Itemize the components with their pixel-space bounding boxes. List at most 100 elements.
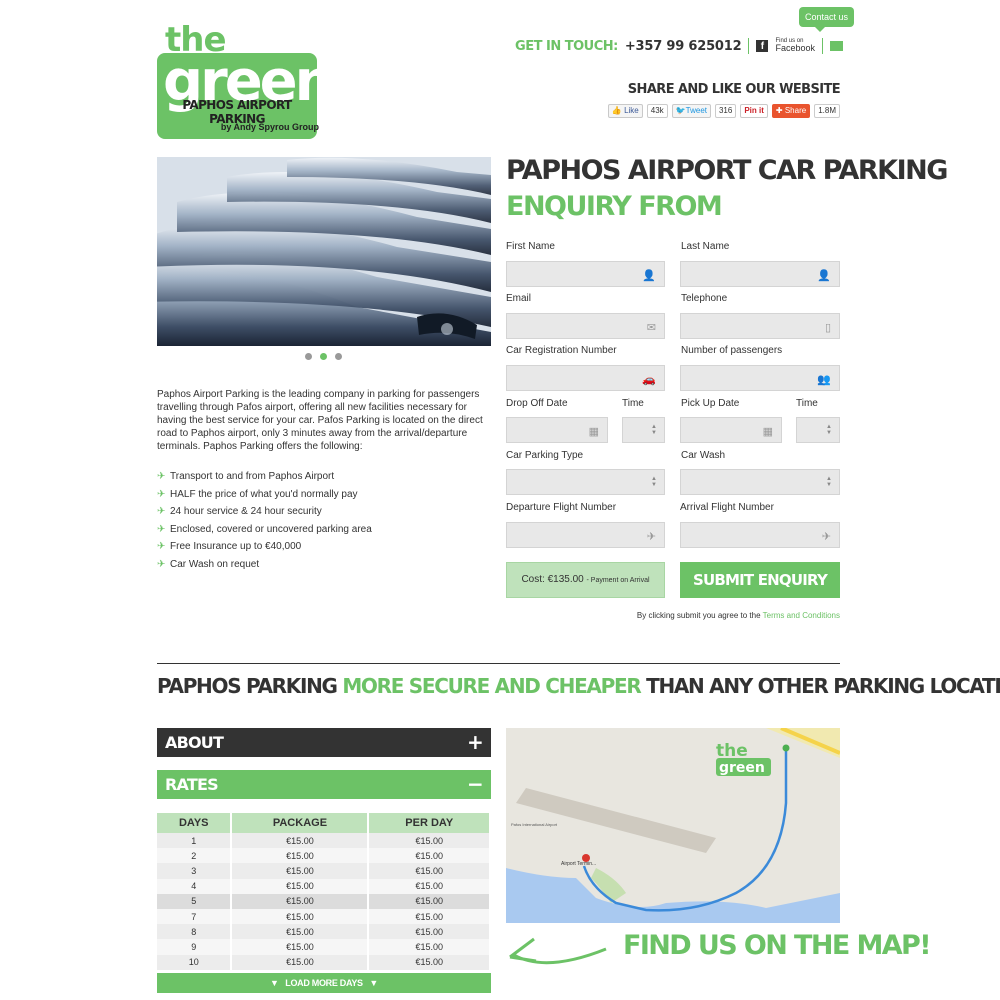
passengers-field[interactable]: 👥 (680, 365, 840, 391)
slider-dot[interactable] (335, 353, 342, 360)
phone-icon: ▯ (824, 322, 831, 334)
user-icon: 👤 (642, 270, 656, 282)
list-item: ✈ Free Insurance up to €40,000 (157, 541, 302, 552)
updown-icon: ▲ ▼ (651, 476, 657, 488)
email-label: Email (506, 293, 532, 304)
drop-off-label: Drop Off Date (506, 398, 568, 409)
divider (822, 38, 823, 54)
logo-byline: by Andy Spyrou Group (220, 122, 319, 132)
departure-flight-field[interactable]: ✈ (506, 522, 665, 548)
share-button[interactable]: ✚ Share (771, 104, 811, 118)
contact-bar: GET IN TOUCH: +357 99 625012 f Find us o… (515, 37, 843, 55)
rates-table: DAYS PACKAGE PER DAY 1 €15.00 €15.00 2 €15.… (157, 813, 491, 970)
tagline: PAPHOS PARKING MORE SECURE AND CHEAPER T… (157, 674, 1000, 698)
updown-icon: ▲ ▼ (651, 424, 657, 436)
column-header: PACKAGE (231, 813, 370, 833)
tweet-count: 316 (714, 104, 737, 118)
like-count: 43k (646, 104, 668, 118)
calendar-icon: ▦ (588, 426, 599, 438)
updown-icon: ▲ ▼ (826, 424, 832, 436)
accordion-about[interactable]: ABOUT + (157, 728, 491, 757)
parking-type-select[interactable]: ▲ ▼ (506, 469, 665, 495)
first-name-field[interactable]: 👤 (506, 261, 665, 287)
table-row: 1 €15.00 €15.00 (157, 833, 491, 849)
list-item: ✈ HALF the price of what you'd normally p… (157, 488, 358, 500)
plane-icon: ✈ (157, 523, 166, 535)
list-item: ✈ Car Wash on requet (157, 558, 260, 570)
terms-link[interactable]: Terms and Conditions (763, 611, 840, 620)
drop-off-date-field[interactable]: ▦ (506, 417, 608, 443)
users-icon: 👥 (817, 374, 831, 386)
last-name-label: Last Name (681, 241, 730, 252)
tweet-button[interactable]: 🐦Tweet (671, 104, 711, 118)
plane-icon: ✈ (157, 541, 166, 552)
logo[interactable]: the green PAPHOS AIRPORT PARKING by Andy… (157, 20, 335, 139)
slider-dot-active[interactable] (320, 353, 327, 360)
plane-takeoff-icon: ✈ (646, 531, 656, 543)
divider (748, 38, 750, 54)
map-label: Pafos International Airport (511, 822, 558, 827)
slider-dot[interactable] (305, 353, 312, 360)
car-wash-select[interactable]: ▲ ▼ (680, 469, 840, 495)
arrival-label: Arrival Flight Number (680, 502, 774, 513)
pick-up-label: Pick Up Date (681, 398, 740, 409)
car-reg-field[interactable]: 🚗 (506, 365, 665, 391)
table-row: 8 €15.00 €15.00 (157, 924, 491, 940)
share-box: SHARE AND LIKE OUR WEBSITE 👍 Like 43k 🐦T… (607, 82, 841, 118)
phone-number[interactable]: +357 99 625012 (625, 39, 742, 54)
cost-display: Cost: €135.00 - Payment on Arrival (506, 562, 665, 598)
svg-text:green: green (719, 760, 765, 776)
share-title: SHARE AND LIKE OUR WEBSITE (627, 82, 841, 97)
share-count: 1.8M (814, 104, 840, 118)
table-row: 5 €15.00 €15.00 (157, 893, 491, 909)
map-label: Airport Termin... (561, 861, 596, 867)
telephone-field[interactable]: ▯ (680, 313, 840, 339)
plane-icon: ✈ (157, 471, 166, 482)
plus-icon: + (467, 730, 484, 754)
envelope-icon: ✉ (646, 322, 656, 334)
last-name-field[interactable]: 👤 (680, 261, 840, 287)
car-reg-label: Car Registration Number (506, 345, 617, 356)
facebook-link[interactable]: Find us on Facebook (775, 38, 815, 54)
facebook-icon[interactable]: f (756, 40, 769, 52)
car-wash-label: Car Wash (681, 450, 726, 461)
drop-off-time-select[interactable]: ▲ ▼ (622, 417, 665, 443)
departure-label: Departure Flight Number (506, 502, 617, 513)
pick-up-date-field[interactable]: ▦ (680, 417, 782, 443)
submit-enquiry-button[interactable]: SUBMIT ENQUIRY (680, 562, 840, 598)
contact-us-button[interactable]: Contact us (798, 7, 854, 32)
table-row: 4 €15.00 €15.00 (157, 878, 491, 894)
accordion-rates[interactable]: RATES − (157, 770, 491, 799)
arrow-icon (509, 937, 607, 965)
section-divider (157, 663, 840, 664)
table-row: 2 €15.00 €15.00 (157, 848, 491, 864)
table-row: 7 €15.00 €15.00 (157, 908, 491, 925)
map-illustration: the green Airport Termin... Pafos Intern… (506, 728, 840, 923)
facebook-like-button[interactable]: 👍 Like (607, 104, 643, 118)
slider-dots (305, 353, 342, 360)
column-header: PER DAY (368, 813, 491, 833)
first-name-label: First Name (506, 241, 555, 252)
arrival-flight-field[interactable]: ✈ (680, 522, 840, 548)
email-field[interactable]: ✉ (506, 313, 665, 339)
find-us-on-map[interactable]: FIND US ON THE MAP! (623, 930, 932, 961)
load-more-button[interactable]: ▼ LOAD MORE DAYS ▼ (157, 973, 491, 993)
plane-icon: ✈ (157, 558, 166, 570)
plane-landing-icon: ✈ (821, 531, 831, 543)
pick-up-time-label: Time (796, 398, 818, 409)
column-header: DAYS (157, 813, 233, 833)
car-icon: 🚗 (642, 374, 656, 386)
form-title: PAPHOS AIRPORT CAR PARKING ENQUIRY FROM (506, 155, 948, 222)
minus-icon: − (467, 772, 484, 796)
list-item: ✈ Transport to and from Paphos Airport (157, 471, 335, 482)
user-icon: 👤 (817, 270, 831, 282)
pick-up-time-select[interactable]: ▲ ▼ (796, 417, 840, 443)
pinterest-button[interactable]: Pin it (740, 104, 768, 118)
location-map[interactable]: the green Airport Termin... Pafos Intern… (506, 728, 840, 923)
hero-image-cars (157, 157, 491, 346)
table-row: 3 €15.00 €15.00 (157, 863, 491, 879)
cars-illustration (157, 157, 491, 346)
calendar-icon: ▦ (762, 426, 773, 438)
mail-icon[interactable] (830, 41, 843, 51)
plane-icon: ✈ (157, 488, 166, 500)
